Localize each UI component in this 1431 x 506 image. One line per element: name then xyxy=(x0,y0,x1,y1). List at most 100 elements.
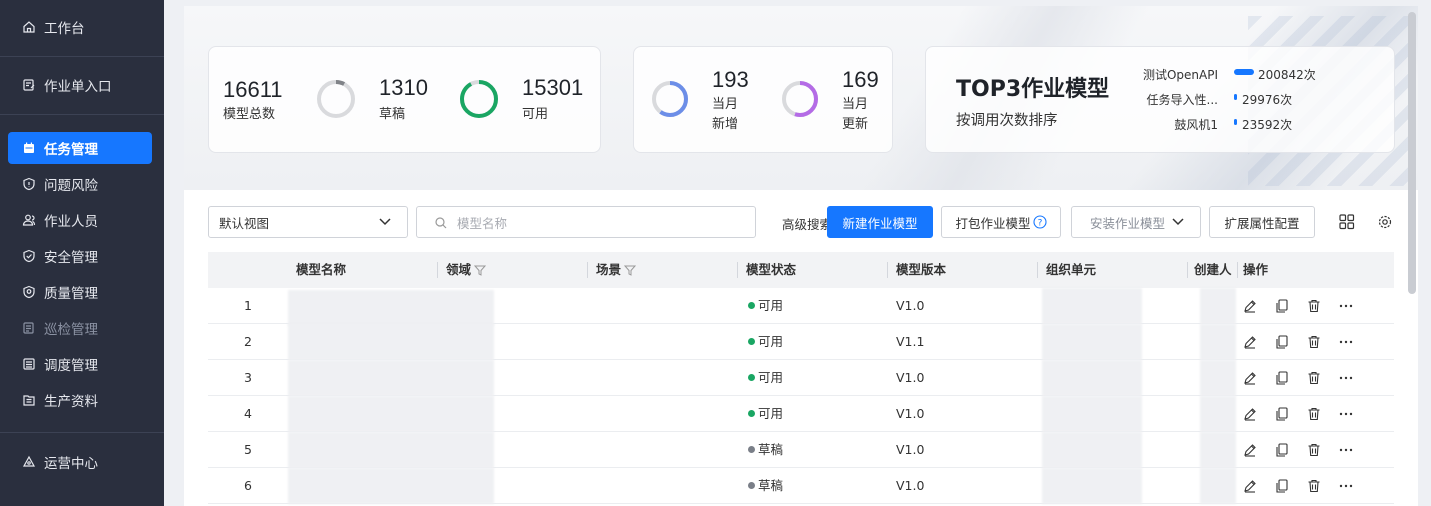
status-cell: 可用 xyxy=(748,324,783,360)
copy-icon[interactable] xyxy=(1274,370,1290,386)
updated-month-ring xyxy=(782,81,818,117)
redacted-model-name xyxy=(288,324,494,360)
scrollbar[interactable] xyxy=(1408,12,1416,294)
copy-icon[interactable] xyxy=(1274,442,1290,458)
advanced-search-link[interactable]: 高级搜索 xyxy=(782,214,832,233)
status-cell: 可用 xyxy=(748,288,783,324)
main-panel: 16611 模型总数 1310 草稿 15301 可用 193 当月 新增 16… xyxy=(184,6,1418,506)
delete-icon[interactable] xyxy=(1306,298,1322,314)
delete-icon[interactable] xyxy=(1306,334,1322,350)
edit-icon[interactable] xyxy=(1242,370,1258,386)
status-dot xyxy=(748,302,755,309)
table-row[interactable]: 2 可用 V1.1 xyxy=(208,324,1394,360)
draft-label: 草稿 xyxy=(379,107,406,122)
new-month-label2: 新增 xyxy=(712,117,739,132)
more-icon[interactable] xyxy=(1338,334,1354,350)
table-row[interactable]: 3 可用 V1.0 xyxy=(208,360,1394,396)
row-index: 1 xyxy=(244,298,252,313)
version-cell: V1.0 xyxy=(896,406,925,421)
row-index: 4 xyxy=(244,406,252,421)
sidebar-item-label: 质量管理 xyxy=(44,286,98,302)
settings-icon[interactable] xyxy=(1378,215,1392,229)
redacted-creator xyxy=(1200,468,1236,504)
edit-icon[interactable] xyxy=(1242,442,1258,458)
edit-icon[interactable] xyxy=(1242,406,1258,422)
operations-icon xyxy=(22,455,36,469)
redacted-creator xyxy=(1200,432,1236,468)
copy-icon[interactable] xyxy=(1274,334,1290,350)
rank-name-2: 任务导入性... xyxy=(1146,93,1218,107)
new-month-ring xyxy=(652,81,688,117)
pack-model-button[interactable]: 打包作业模型 ? xyxy=(941,206,1061,238)
sidebar-item-safety[interactable]: 安全管理 xyxy=(8,240,152,272)
total-count: 16611 xyxy=(223,77,283,102)
sidebar-item-operations-center[interactable]: 运营中心 xyxy=(8,446,152,478)
col-actions: 操作 xyxy=(1243,262,1269,277)
available-label: 可用 xyxy=(522,107,549,122)
view-select[interactable]: 默认视图 xyxy=(208,206,408,238)
redacted-org-unit xyxy=(1042,432,1142,468)
edit-icon[interactable] xyxy=(1242,478,1258,494)
sidebar-item-dispatch[interactable]: 调度管理 xyxy=(8,348,152,380)
rank-name-3: 鼓风机1 xyxy=(1174,118,1218,132)
sidebar-item-label: 巡检管理 xyxy=(44,322,98,338)
new-month-count: 193 xyxy=(712,67,749,92)
sidebar-item-label: 运营中心 xyxy=(44,456,98,472)
top3-card: TOP3作业模型 按调用次数排序 测试OpenAPI 200842次 任务导入性… xyxy=(925,46,1395,153)
table-row[interactable]: 1 可用 V1.0 xyxy=(208,288,1394,326)
inspect-icon xyxy=(22,321,36,335)
delete-icon[interactable] xyxy=(1306,370,1322,386)
delete-icon[interactable] xyxy=(1306,478,1322,494)
shield-icon xyxy=(22,177,36,191)
help-icon[interactable]: ? xyxy=(1032,215,1047,229)
sidebar-item-production-materials[interactable]: 生产资料 xyxy=(8,384,152,416)
delete-icon[interactable] xyxy=(1306,442,1322,458)
grid-view-icon[interactable] xyxy=(1339,214,1355,230)
col-model-name: 模型名称 xyxy=(296,262,347,277)
filter-icon[interactable] xyxy=(474,265,486,276)
filter-icon[interactable] xyxy=(624,265,636,276)
more-icon[interactable] xyxy=(1338,298,1354,314)
copy-icon[interactable] xyxy=(1274,478,1290,494)
version-cell: V1.0 xyxy=(896,442,925,457)
sidebar: 工作台 作业单入口 任务管理 问题风险 作业人员 安全管理 质量管理 巡检管理 … xyxy=(0,0,164,506)
sidebar-item-label: 任务管理 xyxy=(44,142,98,158)
status-text: 草稿 xyxy=(758,442,784,457)
rank-value-3: 23592次 xyxy=(1242,118,1293,132)
status-text: 草稿 xyxy=(758,478,784,493)
install-model-button[interactable]: 安装作业模型 xyxy=(1071,206,1201,238)
sidebar-item-work-order[interactable]: 作业单入口 xyxy=(8,69,152,101)
sidebar-item-workbench[interactable]: 工作台 xyxy=(8,11,152,43)
top3-subtitle: 按调用次数排序 xyxy=(956,113,1058,129)
delete-icon[interactable] xyxy=(1306,406,1322,422)
more-icon[interactable] xyxy=(1338,406,1354,422)
more-icon[interactable] xyxy=(1338,370,1354,386)
sidebar-item-risk[interactable]: 问题风险 xyxy=(8,168,152,200)
sidebar-item-label: 作业人员 xyxy=(44,214,98,230)
sidebar-item-workers[interactable]: 作业人员 xyxy=(8,204,152,236)
search-input[interactable]: 模型名称 xyxy=(416,206,756,238)
edit-icon[interactable] xyxy=(1242,334,1258,350)
edit-icon[interactable] xyxy=(1242,298,1258,314)
col-org-unit: 组织单元 xyxy=(1046,262,1097,277)
table-row[interactable]: 6 草稿 V1.0 xyxy=(208,468,1394,504)
search-placeholder: 模型名称 xyxy=(457,215,508,231)
sidebar-item-task-management[interactable]: 任务管理 xyxy=(8,132,152,164)
people-icon xyxy=(22,213,36,227)
new-model-button[interactable]: 新建作业模型 xyxy=(827,206,933,238)
sidebar-item-quality[interactable]: 质量管理 xyxy=(8,276,152,308)
sidebar-item-inspection[interactable]: 巡检管理 xyxy=(8,312,152,344)
status-cell: 可用 xyxy=(748,360,783,396)
status-text: 可用 xyxy=(758,298,784,313)
more-icon[interactable] xyxy=(1338,442,1354,458)
sidebar-item-label: 工作台 xyxy=(44,21,85,37)
copy-icon[interactable] xyxy=(1274,298,1290,314)
redacted-creator xyxy=(1200,396,1236,432)
status-dot xyxy=(748,482,755,489)
form-icon xyxy=(22,78,36,92)
copy-icon[interactable] xyxy=(1274,406,1290,422)
table-row[interactable]: 4 可用 V1.0 xyxy=(208,396,1394,432)
more-icon[interactable] xyxy=(1338,478,1354,494)
extend-config-button[interactable]: 扩展属性配置 xyxy=(1209,206,1315,238)
table-row[interactable]: 5 草稿 V1.0 xyxy=(208,432,1394,468)
